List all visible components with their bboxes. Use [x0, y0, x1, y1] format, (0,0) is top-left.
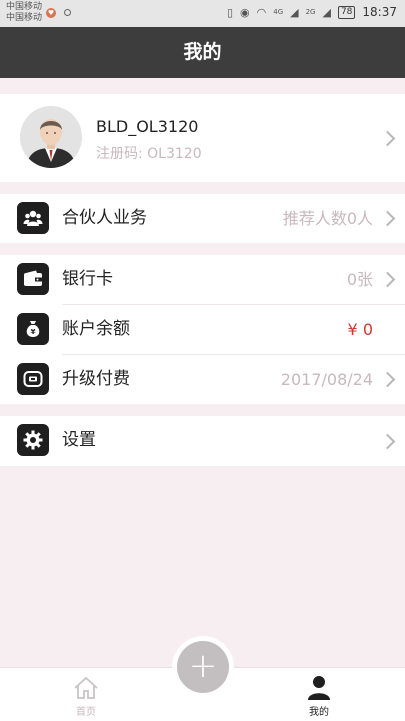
person-icon [308, 676, 330, 700]
carrier-2: 中国移动 [6, 13, 43, 23]
tab-mine-label: 我的 [309, 707, 329, 718]
tab-home[interactable]: 首页 [46, 668, 126, 721]
avatar-person-icon [20, 106, 82, 168]
menu-item-balance[interactable]: ¥ 账户余额 ¥ 0 [0, 305, 405, 354]
menu-item-partner[interactable]: 合伙人业务 推荐人数0人 [0, 194, 405, 243]
chevron-right-icon [379, 371, 396, 388]
avatar [20, 106, 82, 168]
network-1-label: 4G [273, 8, 284, 16]
registration-code: 注册码: OL3120 [96, 146, 202, 162]
page-title: 我的 [183, 41, 222, 63]
menu-label-settings: 设置 [62, 430, 96, 450]
status-bar: 中国移动 中国移动 ♥ ▯ ◉ ◠ 4G ◢ 2G ◢ 78 18:37 [0, 0, 405, 27]
partner-icon [17, 202, 49, 234]
menu-value-balance: ¥ 0 [347, 320, 373, 339]
status-icons: ▯ ◉ ◠ 4G ◢ 2G ◢ 78 18:37 [227, 5, 397, 19]
wallet-icon [17, 263, 49, 295]
menu-label-upgrade: 升级付费 [62, 369, 130, 389]
chevron-right-icon [379, 130, 396, 147]
add-button[interactable]: + [177, 641, 229, 693]
clock: 18:37 [362, 5, 397, 19]
menu-label-partner: 合伙人业务 [62, 208, 147, 228]
menu-label-balance: 账户余额 [62, 319, 130, 339]
carrier-info: 中国移动 中国移动 [6, 2, 42, 24]
menu-value-upgrade: 2017/08/24 [280, 370, 373, 389]
eye-icon: ◉ [240, 5, 250, 19]
signal-2-icon: ◢ [322, 5, 331, 19]
partner-group: 合伙人业务 推荐人数0人 [0, 194, 405, 243]
home-icon [74, 676, 98, 699]
battery-icon: 78 [337, 5, 356, 19]
chevron-right-icon [379, 210, 396, 227]
menu-item-bank-card[interactable]: 银行卡 0张 [0, 255, 405, 304]
carrier-1: 中国移动 [6, 2, 43, 12]
tab-home-label: 首页 [76, 707, 96, 718]
vibrate-icon: ▯ [226, 5, 234, 19]
menu-item-upgrade[interactable]: 升级付费 2017/08/24 [0, 355, 405, 404]
account-group: 银行卡 0张 ¥ 账户余额 ¥ 0 升级付费 2017/08/24 [0, 255, 405, 404]
username: BLD_OL3120 [96, 117, 199, 136]
notification-dot-icon [64, 9, 71, 16]
profile-card[interactable]: BLD_OL3120 注册码: OL3120 [0, 94, 405, 182]
upgrade-icon [17, 363, 49, 395]
gear-icon [17, 424, 49, 456]
signal-1-icon: ◢ [290, 5, 299, 19]
menu-value-bank-card: 0张 [346, 270, 373, 289]
chevron-right-icon [379, 433, 396, 450]
notification-app-icon: ♥ [46, 8, 56, 18]
network-2-label: 2G [305, 8, 316, 16]
menu-value-partner: 推荐人数0人 [282, 209, 373, 228]
money-bag-icon: ¥ [17, 313, 49, 345]
title-bar: 我的 [0, 27, 405, 78]
menu-label-bank-card: 银行卡 [62, 269, 113, 289]
chevron-right-icon [379, 271, 396, 288]
tab-mine[interactable]: 我的 [279, 668, 359, 721]
svg-text:¥: ¥ [31, 328, 36, 336]
wifi-icon: ◠ [256, 5, 267, 19]
settings-group: 设置 [0, 416, 405, 466]
menu-item-settings[interactable]: 设置 [0, 416, 405, 465]
